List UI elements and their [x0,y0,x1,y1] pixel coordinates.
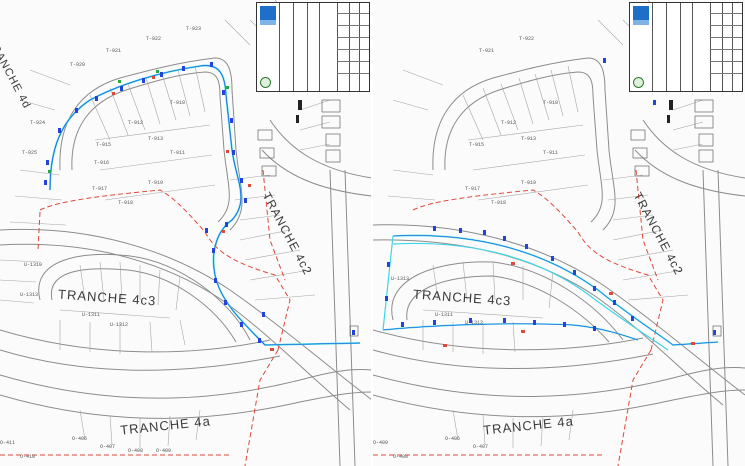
lot-label: U-1310 [24,262,43,268]
lot-label: O-409 [156,448,172,454]
lot-label: O-410 [20,454,36,460]
lot-label: T-925 [22,150,38,156]
lot-label: U-1313 [20,292,39,298]
drawing-sheet-right: TRANCHE 4c3 TRANCHE 4c2 TRANCHE 4a T-921… [373,0,745,466]
lot-label: T-915 [469,142,485,148]
lot-label: T-915 [96,142,112,148]
title-block [256,2,370,92]
lot-label: T-911 [170,150,186,156]
lot-label: T-912 [128,120,144,126]
logo-icon [633,6,649,20]
lot-label: T-913 [148,136,164,142]
logo-icon [260,6,276,20]
lot-label: T-922 [146,36,162,42]
title-block [629,2,743,92]
seal-icon [260,77,271,88]
lot-label: T-912 [501,120,517,126]
lot-label: T-921 [479,48,495,54]
lot-label: T-918 [118,200,134,206]
lot-label: O-409 [373,440,389,446]
lot-label: O-411 [0,440,16,446]
lot-label: U-1312 [465,320,484,326]
seal-icon [633,77,644,88]
lot-label: O-407 [100,444,116,450]
lot-label: O-408 [393,454,409,460]
lot-label: T-913 [521,136,537,142]
lot-label: T-916 [94,160,110,166]
lot-label: T-924 [30,120,46,126]
lot-label: T-917 [92,186,108,192]
lot-label: T-911 [543,150,559,156]
lot-label: T-921 [106,48,122,54]
lot-label: U-1313 [391,276,410,282]
lot-label: O-407 [473,444,489,450]
lot-label: T-917 [465,186,481,192]
lot-label: T-920 [70,62,86,68]
lot-label: T-910 [170,100,186,106]
lot-label: T-919 [521,180,537,186]
lot-label: T-918 [491,200,507,206]
lot-label: U-1312 [110,322,129,328]
drawing-sheet-left: TRANCHE 4d TRANCHE 4c3 TRANCHE 4c2 TRANC… [0,0,372,466]
lot-label: U-1311 [82,312,101,318]
lot-label: O-408 [128,448,144,454]
lot-label: T-910 [543,100,559,106]
lot-label: T-923 [186,26,202,32]
lot-label: T-919 [148,180,164,186]
lot-label: T-922 [519,36,535,42]
lot-label: O-406 [445,436,461,442]
lot-label: U-1311 [435,312,454,318]
lot-label: O-406 [72,436,88,442]
